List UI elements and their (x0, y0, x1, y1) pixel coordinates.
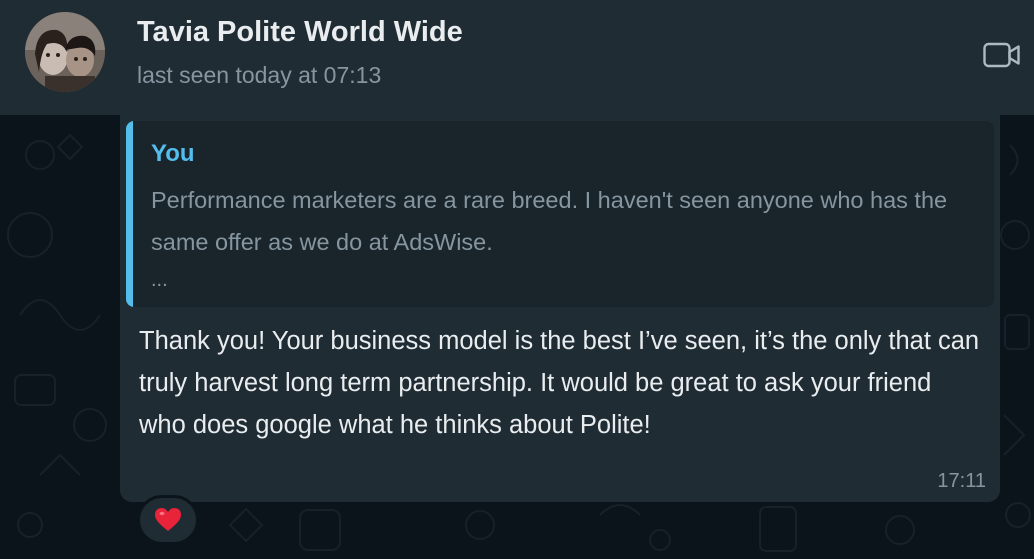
video-camera-icon (983, 42, 1020, 68)
contact-name[interactable]: Tavia Polite World Wide (137, 16, 463, 49)
message-bubble[interactable]: You Performance marketers are a rare bre… (120, 115, 1000, 502)
quoted-ellipsis: ... (151, 269, 168, 291)
video-call-button[interactable] (982, 38, 1022, 72)
message-time: 17:11 (937, 470, 986, 492)
quote-accent-bar (126, 121, 133, 307)
quoted-author: You (151, 140, 195, 167)
heart-icon (155, 508, 181, 531)
avatar-photo (25, 12, 105, 92)
quoted-text: Performance marketers are a rare breed. … (151, 187, 948, 255)
reaction-badge[interactable] (137, 495, 199, 545)
contact-last-seen: last seen today at 07:13 (137, 62, 382, 88)
message-text: Thank you! Your business model is the be… (139, 327, 980, 439)
chat-window: Tavia Polite World Wide last seen today … (0, 0, 1034, 559)
quoted-message[interactable]: You Performance marketers are a rare bre… (126, 121, 994, 307)
chat-header: Tavia Polite World Wide last seen today … (0, 0, 1034, 115)
contact-avatar[interactable] (25, 12, 105, 92)
